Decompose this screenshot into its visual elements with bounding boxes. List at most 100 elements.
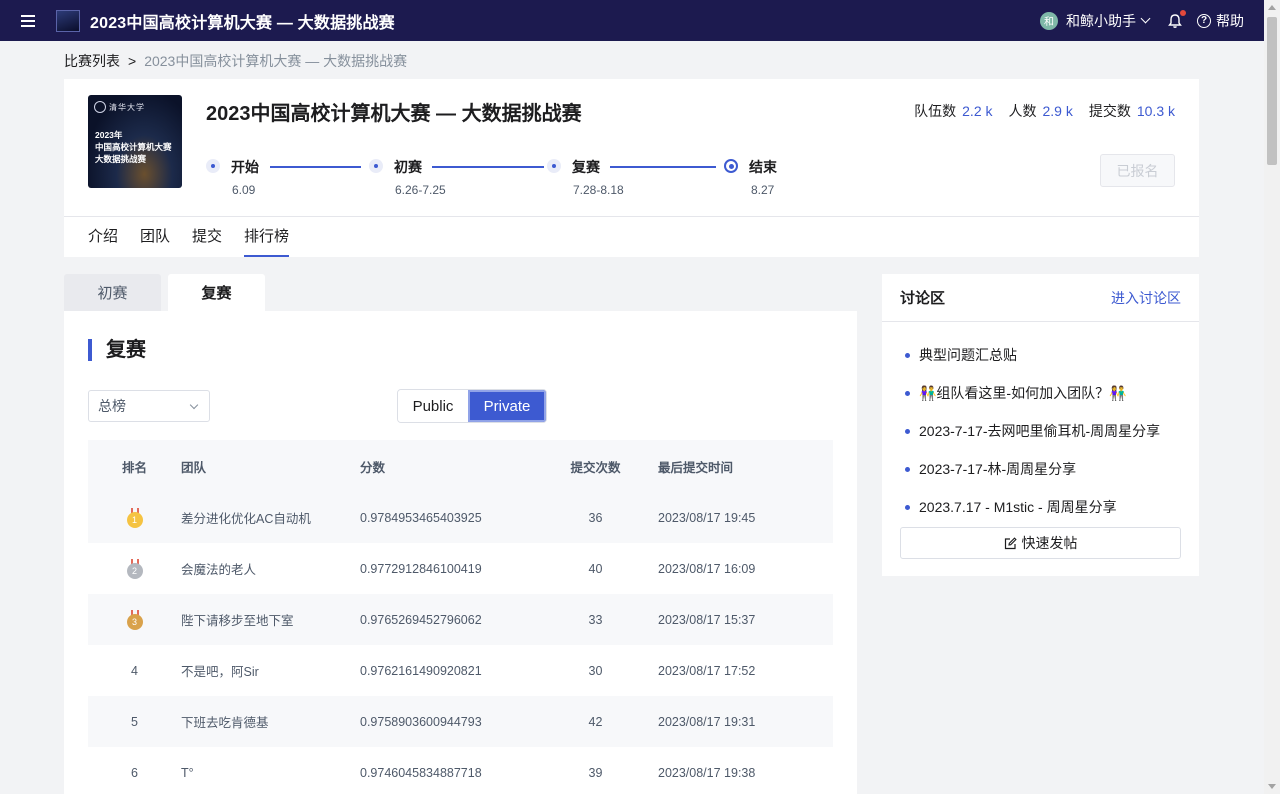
timeline-connector: [270, 166, 361, 168]
round-tabs: 初赛 复赛: [64, 274, 272, 311]
score: 0.9765269452796062: [360, 612, 482, 627]
leaderboard-panel: 复赛 总榜 Public Private 排名 团队 分数 提交次数 最后提交时…: [64, 311, 857, 794]
team-name[interactable]: T°: [181, 766, 360, 780]
timeline-dot-icon: [206, 159, 220, 173]
competition-timeline: 开始 6.09 初赛 6.26-7.25 复赛 7.28-8.18 结束 8.2…: [206, 157, 786, 201]
edit-icon: [1004, 536, 1017, 549]
table-row: 4 不是吧，阿Sir 0.9762161490920821 30 2023/08…: [88, 645, 833, 696]
score: 0.9772912846100419: [360, 561, 482, 576]
registered-button[interactable]: 已报名: [1100, 154, 1175, 187]
table-row: 1 差分进化优化AC自动机 0.9784953465403925 36 2023…: [88, 492, 833, 543]
breadcrumb: 比赛列表 > 2023中国高校计算机大赛 — 大数据挑战赛: [64, 51, 407, 71]
notification-bell-icon[interactable]: [1167, 9, 1186, 29]
scroll-down-arrow-icon[interactable]: [1268, 784, 1276, 789]
avatar[interactable]: 和: [1040, 11, 1058, 30]
discussion-post[interactable]: 典型问题汇总贴: [900, 336, 1181, 374]
discussion-post[interactable]: 2023.7.17 - M1stic - 周周星分享: [900, 488, 1181, 526]
timeline-dot-icon: [547, 159, 561, 173]
navbar-title: 2023中国高校计算机大赛 — 大数据挑战赛: [90, 14, 395, 32]
section-title: 复赛: [88, 339, 146, 361]
rank: 5: [131, 714, 138, 729]
table-row: 2 会魔法的老人 0.9772912846100419 40 2023/08/1…: [88, 543, 833, 594]
column-header-team: 团队: [181, 460, 207, 475]
breadcrumb-root[interactable]: 比赛列表: [64, 51, 120, 71]
public-button[interactable]: Public: [398, 390, 468, 422]
page-scrollbar[interactable]: [1264, 0, 1280, 794]
submit-count: 36: [588, 510, 603, 525]
scrollbar-thumb[interactable]: [1267, 17, 1277, 165]
competition-title: 2023中国高校计算机大赛 — 大数据挑战赛: [206, 103, 582, 125]
score: 0.9762161490920821: [360, 663, 482, 678]
notification-badge: [1180, 9, 1186, 16]
round-tab-preliminary[interactable]: 初赛: [64, 274, 161, 311]
round-tab-semifinal[interactable]: 复赛: [168, 274, 265, 311]
cover-line: 2023年: [95, 130, 123, 140]
last-submit-time: 2023/08/17 19:38: [658, 765, 756, 780]
column-header-time: 最后提交时间: [658, 460, 734, 475]
last-submit-time: 2023/08/17 19:45: [658, 510, 756, 525]
chevron-down-icon: [189, 400, 199, 410]
breadcrumb-separator: >: [128, 53, 137, 69]
team-name[interactable]: 陛下请移步至地下室: [181, 610, 360, 629]
visibility-toggle: Public Private: [397, 389, 547, 423]
column-header-count: 提交次数: [570, 460, 621, 475]
help-label: 帮助: [1216, 12, 1244, 29]
score: 0.9784953465403925: [360, 510, 482, 525]
discussion-post[interactable]: 2023-7-17-去网吧里偷耳机-周周星分享: [900, 412, 1181, 450]
stat-people: 人数 2.9 k: [1008, 103, 1073, 119]
submit-count: 42: [588, 714, 603, 729]
competition-header: 清华大学 2023年 中国高校计算机大赛 大数据挑战赛 2023中国高校计算机大…: [64, 79, 1199, 257]
submit-count: 39: [588, 765, 603, 780]
enter-discussion-link[interactable]: 进入讨论区: [1111, 288, 1181, 308]
competition-logo: [56, 9, 80, 32]
private-button[interactable]: Private: [468, 390, 546, 422]
score: 0.9746045834887718: [360, 765, 482, 780]
tab-leaderboard[interactable]: 排行榜: [244, 217, 290, 257]
timeline-dot-icon: [369, 159, 383, 173]
chevron-down-icon[interactable]: [1140, 13, 1151, 24]
team-name[interactable]: 下班去吃肯德基: [181, 712, 360, 731]
breadcrumb-current: 2023中国高校计算机大赛 — 大数据挑战赛: [144, 53, 408, 69]
last-submit-time: 2023/08/17 17:52: [658, 663, 756, 678]
team-name[interactable]: 差分进化优化AC自动机: [181, 508, 360, 527]
table-row: 3 陛下请移步至地下室 0.9765269452796062 33 2023/0…: [88, 594, 833, 645]
scroll-up-arrow-icon[interactable]: [1268, 5, 1276, 10]
timeline-connector: [432, 166, 544, 168]
last-submit-time: 2023/08/17 16:09: [658, 561, 756, 576]
rank: 6: [131, 765, 138, 780]
tab-submit[interactable]: 提交: [192, 217, 222, 257]
username[interactable]: 和鲸小助手: [1066, 11, 1136, 31]
gold-medal-icon: 1: [126, 507, 143, 528]
stat-submissions: 提交数 10.3 k: [1088, 103, 1175, 119]
cover-line: 大数据挑战赛: [95, 154, 147, 164]
discussion-title: 讨论区: [900, 290, 946, 307]
menu-icon[interactable]: [0, 0, 56, 41]
last-submit-time: 2023/08/17 19:31: [658, 714, 756, 729]
stat-teams: 队伍数 2.2 k: [914, 103, 993, 119]
top-navbar: 2023中国高校计算机大赛 — 大数据挑战赛 和 和鲸小助手 ? 帮助: [0, 0, 1264, 41]
tab-intro[interactable]: 介绍: [88, 217, 118, 257]
bronze-medal-icon: 3: [126, 609, 143, 630]
select-value: 总榜: [98, 398, 126, 414]
timeline-connector: [610, 166, 716, 168]
silver-medal-icon: 2: [126, 558, 143, 579]
help-icon: ?: [1197, 13, 1211, 28]
discussion-panel: 讨论区 进入讨论区 典型问题汇总贴 👫组队看这里-如何加入团队？👫 2023-7…: [882, 274, 1199, 576]
submit-count: 40: [588, 561, 603, 576]
leaderboard-table: 排名 团队 分数 提交次数 最后提交时间 1 差分进化优化AC自动机 0.978…: [88, 440, 833, 794]
quick-post-button[interactable]: 快速发帖: [900, 527, 1181, 559]
help-button[interactable]: ? 帮助: [1197, 11, 1244, 31]
score: 0.9758903600944793: [360, 714, 482, 729]
leaderboard-select[interactable]: 总榜: [88, 390, 210, 422]
university-logo-text: 清华大学: [109, 103, 145, 112]
table-row: 5 下班去吃肯德基 0.9758903600944793 42 2023/08/…: [88, 696, 833, 747]
last-submit-time: 2023/08/17 15:37: [658, 612, 756, 627]
discussion-post-list: 典型问题汇总贴 👫组队看这里-如何加入团队？👫 2023-7-17-去网吧里偷耳…: [882, 322, 1199, 526]
team-name[interactable]: 不是吧，阿Sir: [181, 661, 360, 680]
university-seal-icon: [94, 101, 106, 113]
discussion-post[interactable]: 👫组队看这里-如何加入团队？👫: [900, 374, 1181, 412]
tab-team[interactable]: 团队: [140, 217, 170, 257]
discussion-post[interactable]: 2023-7-17-林-周周星分享: [900, 450, 1181, 488]
competition-stats: 队伍数 2.2 k 人数 2.9 k 提交数 10.3 k: [898, 101, 1175, 121]
team-name[interactable]: 会魔法的老人: [181, 559, 360, 578]
